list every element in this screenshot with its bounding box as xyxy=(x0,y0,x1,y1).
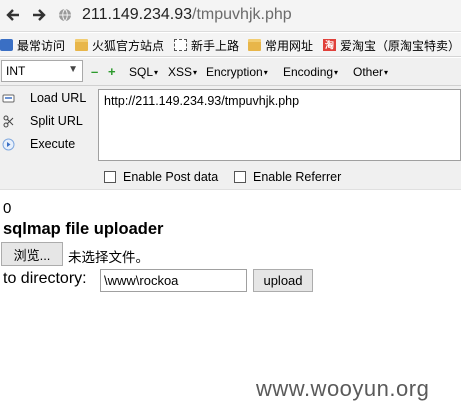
menu-encryption-label: Encryption xyxy=(206,65,263,79)
menu-xss[interactable]: XSS▾ xyxy=(168,65,197,79)
execute-icon xyxy=(1,137,15,151)
int-select[interactable]: INT ▼ xyxy=(1,60,83,82)
execute-button[interactable]: Execute xyxy=(0,134,75,154)
hackbar-url-text: http://211.149.234.93/tmpuvhjk.php xyxy=(104,94,300,108)
load-url-label: Load URL xyxy=(30,91,87,105)
split-url-icon xyxy=(1,114,15,128)
folder-icon xyxy=(75,39,88,51)
globe-icon xyxy=(59,8,71,22)
watermark: www.wooyun.org xyxy=(256,376,430,401)
back-button[interactable] xyxy=(2,4,24,26)
page-title: sqlmap file uploader xyxy=(3,220,164,238)
chevron-down-icon: ▼ xyxy=(68,64,78,75)
menu-other-label: Other xyxy=(353,65,384,79)
bookmark-label: 火狐官方站点 xyxy=(92,38,165,53)
hackbar-toolbar: INT ▼ – + SQL▾ XSS▾ Encryption▾ Encoding… xyxy=(0,58,461,86)
blue-gear-icon xyxy=(0,39,13,51)
bookmark-most-visited[interactable]: 最常访问 xyxy=(0,37,65,53)
menu-other[interactable]: Other▾ xyxy=(353,65,388,79)
upload-button[interactable]: upload xyxy=(253,269,313,292)
split-url-button[interactable]: Split URL xyxy=(0,111,83,131)
address-bar: 211.149.234.93/tmpuvhjk.php xyxy=(0,0,461,32)
bookmark-getting-started[interactable]: 新手上路 xyxy=(174,37,239,53)
directory-input[interactable]: \www\rockoa xyxy=(100,269,247,292)
caret-down-icon: ▾ xyxy=(334,68,339,78)
checkbox-box xyxy=(234,171,246,183)
forward-button[interactable] xyxy=(28,4,50,26)
bookmark-label: 常用网址 xyxy=(265,38,314,53)
directory-label: to directory: xyxy=(3,270,87,287)
load-url-icon xyxy=(1,91,15,105)
url-path: /tmpuvhjk.php xyxy=(192,6,292,23)
menu-encoding[interactable]: Encoding▾ xyxy=(283,65,338,79)
caret-down-icon: ▾ xyxy=(193,68,198,78)
menu-encoding-label: Encoding xyxy=(283,65,334,79)
hackbar-url-textarea[interactable]: http://211.149.234.93/tmpuvhjk.php xyxy=(98,89,461,161)
bookmark-common-sites[interactable]: 常用网址 xyxy=(248,37,313,53)
caret-down-icon: ▾ xyxy=(154,68,159,78)
split-url-label: Split URL xyxy=(30,114,83,128)
bookmark-label: 最常访问 xyxy=(17,38,66,53)
bookmark-label: 新手上路 xyxy=(191,38,240,53)
increase-icon[interactable]: + xyxy=(108,64,116,79)
bookmark-label: 爱淘宝（原淘宝特卖） xyxy=(340,38,461,53)
url-field[interactable]: 211.149.234.93/tmpuvhjk.php xyxy=(82,6,292,24)
menu-sql[interactable]: SQL▾ xyxy=(129,65,158,79)
checkbox-box xyxy=(104,171,116,183)
enable-referrer-label: Enable Referrer xyxy=(253,170,342,184)
browse-button[interactable]: 浏览... xyxy=(1,242,63,266)
load-url-button[interactable]: Load URL xyxy=(0,88,86,108)
execute-label: Execute xyxy=(30,137,76,151)
enable-post-label: Enable Post data xyxy=(123,170,219,184)
bookmarks-bar: 最常访问 火狐官方站点 新手上路 常用网址 淘 爱淘宝（原淘宝特卖） xyxy=(0,33,461,57)
menu-xss-label: XSS xyxy=(168,65,193,79)
decrease-icon[interactable]: – xyxy=(91,64,98,79)
enable-referrer-checkbox[interactable]: Enable Referrer xyxy=(234,170,341,184)
menu-encryption[interactable]: Encryption▾ xyxy=(206,65,268,79)
hackbar-panel: Load URL Split URL Execute http://211.14… xyxy=(0,86,461,190)
bookmark-firefox-site[interactable]: 火狐官方站点 xyxy=(75,37,164,53)
folder-icon xyxy=(248,39,261,51)
back-arrow-icon xyxy=(6,9,19,21)
caret-down-icon: ▾ xyxy=(263,68,268,78)
forward-arrow-icon xyxy=(33,9,46,21)
int-select-value: INT xyxy=(6,64,26,78)
output-zero: 0 xyxy=(3,200,12,217)
menu-sql-label: SQL xyxy=(129,65,154,79)
no-file-text: 未选择文件。 xyxy=(68,250,149,265)
enable-post-checkbox[interactable]: Enable Post data xyxy=(104,170,218,184)
dashed-box-icon xyxy=(174,39,187,51)
url-host: 211.149.234.93 xyxy=(82,6,193,23)
taobao-icon: 淘 xyxy=(323,39,336,51)
caret-down-icon: ▾ xyxy=(384,68,389,78)
bookmark-taobao[interactable]: 淘 爱淘宝（原淘宝特卖） xyxy=(323,37,460,53)
